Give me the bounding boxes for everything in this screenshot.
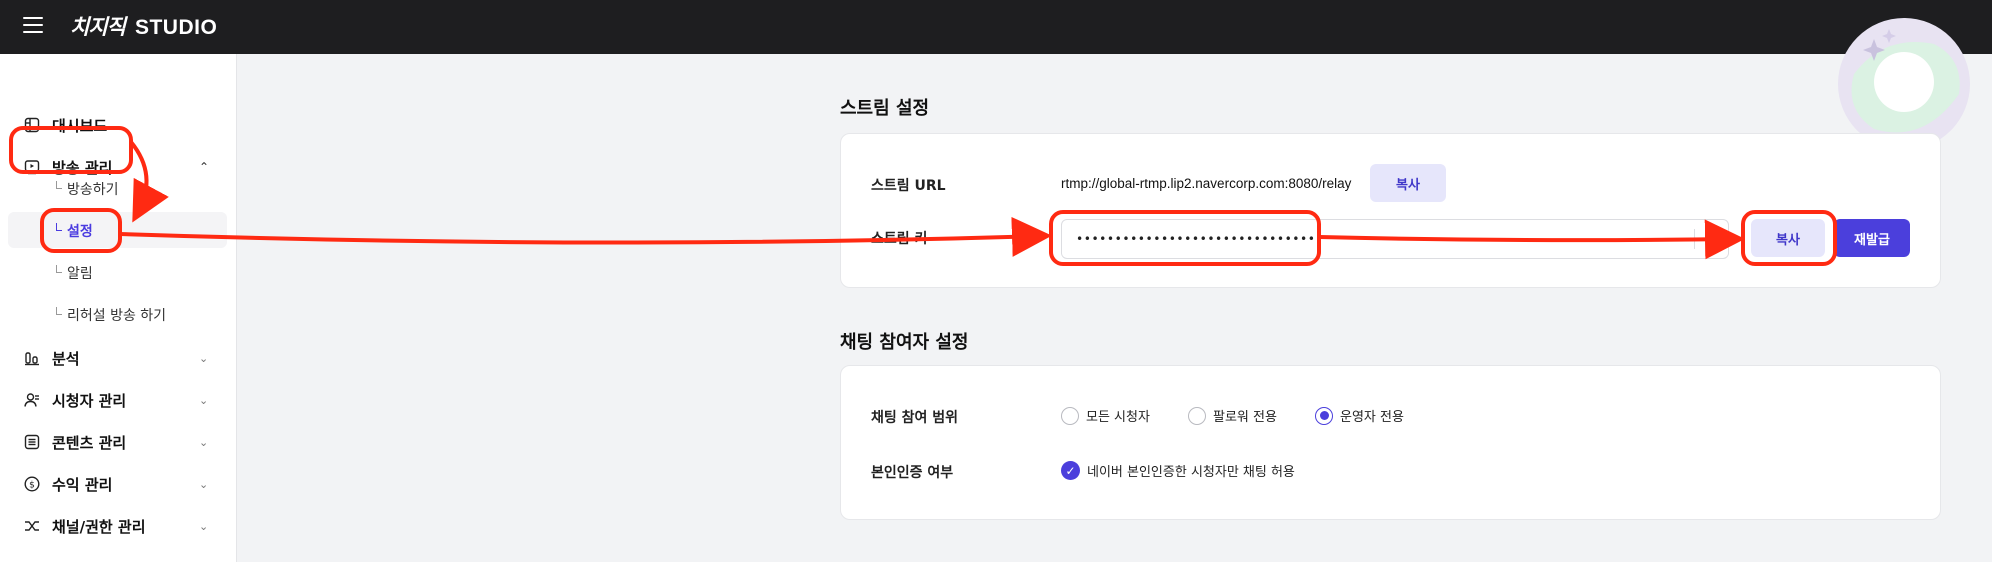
radio-circle [1061,406,1079,425]
sidebar-item-label: 수익 관리 [52,475,113,494]
sidebar-item-label: 분석 [52,349,80,368]
stream-key-field[interactable] [1061,219,1729,259]
chart-icon [23,349,41,367]
sidebar: 대시보드 방송 관리 ⌃ 방송하기 설정 알림 리허설 방송 하기 분석 ⌄ 시… [0,54,237,562]
checkbox-label: 네이버 본인인증한 시청자만 채팅 허용 [1087,465,1295,480]
logo-text: STUDIO [134,16,218,39]
sidebar-item-contents[interactable]: 콘텐츠 관리 ⌄ [0,423,237,461]
sidebar-item-channel[interactable]: 채널/권한 관리 ⌄ [0,507,237,545]
radio-label: 팔로워 전용 [1213,410,1277,425]
field-divider [1694,229,1695,249]
chat-settings-title: 채팅 참여자 설정 [840,332,969,353]
stream-url-label: 스트림 URL [871,178,946,194]
chevron-down-icon: ⌄ [199,477,209,491]
shuffle-icon [23,517,41,535]
subitem-tick-icon [56,307,62,315]
chevron-down-icon: ⌄ [199,351,209,365]
radio-circle [1188,406,1206,425]
app-logo[interactable]: 치지직 STUDIO [70,11,217,41]
stream-settings-title: 스트림 설정 [840,98,930,119]
chevron-down-icon: ⌄ [199,519,209,533]
menu-icon[interactable] [23,17,43,33]
reissue-key-button[interactable]: 재발급 [1834,219,1910,257]
radio-circle [1315,406,1333,425]
svg-text:$: $ [29,481,35,491]
sidebar-subitem-settings[interactable]: 설정 [8,212,227,248]
copy-url-button[interactable]: 복사 [1370,164,1446,202]
sidebar-subitem-label: 설정 [67,224,93,240]
radio-followers-only[interactable]: 팔로워 전용 [1188,406,1277,425]
stream-key-label: 스트림 키 [871,231,928,247]
sidebar-item-revenue[interactable]: $ 수익 관리 ⌄ [0,465,237,503]
sidebar-item-viewers[interactable]: 시청자 관리 ⌄ [0,381,237,419]
subitem-tick-icon [56,223,62,231]
sidebar-subitem-label: 방송하기 [67,182,119,198]
subitem-tick-icon [56,181,62,189]
sidebar-subitem-rehearsal[interactable]: 리허설 방송 하기 [8,296,227,332]
stream-settings-card: 스트림 URL rtmp://global-rtmp.lip2.navercor… [840,133,1941,288]
stream-url-value: rtmp://global-rtmp.lip2.navercorp.com:80… [1061,176,1352,191]
chat-settings-card: 채팅 참여 범위 모든 시청자 팔로워 전용 운영자 전용 본인인증 여부 ✓ … [840,365,1941,520]
verify-label: 본인인증 여부 [871,465,954,481]
sidebar-item-analytics[interactable]: 분석 ⌄ [0,339,237,377]
sidebar-subitem-notifications[interactable]: 알림 [8,254,227,290]
list-icon [23,433,41,451]
dollar-icon: $ [23,475,41,493]
sidebar-item-label: 대시보드 [52,116,108,135]
copy-key-button[interactable]: 복사 [1751,219,1825,257]
radio-all-viewers[interactable]: 모든 시청자 [1061,406,1150,425]
top-header: 치지직 STUDIO [0,0,1992,54]
verify-checkbox[interactable]: ✓ 네이버 본인인증한 시청자만 채팅 허용 [1061,461,1295,480]
logo-mark: 치지직 [70,15,126,39]
check-icon: ✓ [1061,461,1080,480]
sidebar-subitem-start-broadcast[interactable]: 방송하기 [8,170,227,206]
radio-label: 모든 시청자 [1086,410,1150,425]
radio-managers-only[interactable]: 운영자 전용 [1315,406,1404,425]
dashboard-icon [23,116,41,134]
chat-range-label: 채팅 참여 범위 [871,410,959,426]
sidebar-subitem-label: 알림 [67,266,93,282]
sidebar-item-label: 채널/권한 관리 [52,517,146,536]
user-icon [23,391,41,409]
sidebar-item-label: 시청자 관리 [52,391,127,410]
radio-label: 운영자 전용 [1340,410,1404,425]
subitem-tick-icon [56,265,62,273]
chevron-down-icon: ⌄ [199,393,209,407]
sidebar-item-label: 콘텐츠 관리 [52,433,127,452]
chevron-down-icon: ⌄ [199,435,209,449]
sidebar-item-dashboard[interactable]: 대시보드 [0,106,237,144]
sidebar-subitem-label: 리허설 방송 하기 [67,308,167,324]
